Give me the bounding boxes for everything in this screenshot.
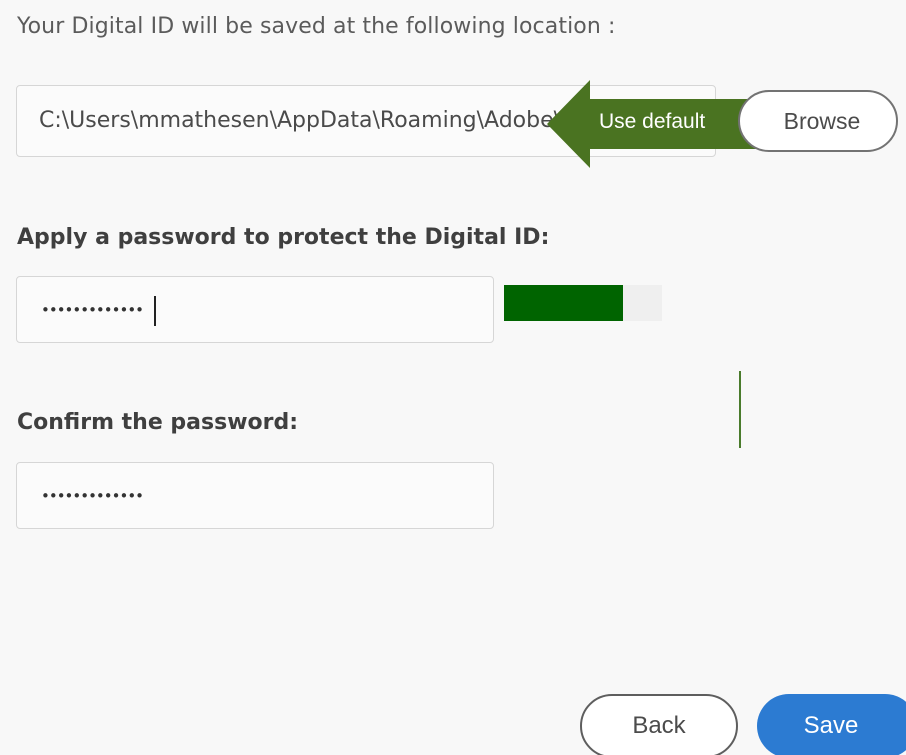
use-default-label: Use default [599, 110, 706, 133]
save-button[interactable]: Save [757, 694, 906, 755]
password-strength-fill [504, 285, 623, 321]
password-strength-meter [504, 285, 662, 321]
password-label: Apply a password to protect the Digital … [17, 225, 550, 250]
confirm-password-masked-value: ••••••••••••• [41, 487, 144, 505]
divider-line [739, 371, 741, 448]
back-button[interactable]: Back [580, 694, 738, 755]
use-default-callout[interactable]: Use default [547, 80, 762, 168]
location-label: Your Digital ID will be saved at the fol… [17, 14, 616, 39]
browse-button[interactable]: Browse [738, 90, 898, 152]
confirm-password-field[interactable]: ••••••••••••• [16, 462, 494, 529]
password-masked-value: ••••••••••••• [41, 301, 144, 319]
password-field[interactable]: ••••••••••••• [16, 276, 494, 343]
confirm-password-label: Confirm the password: [17, 410, 299, 435]
text-caret [154, 296, 156, 326]
